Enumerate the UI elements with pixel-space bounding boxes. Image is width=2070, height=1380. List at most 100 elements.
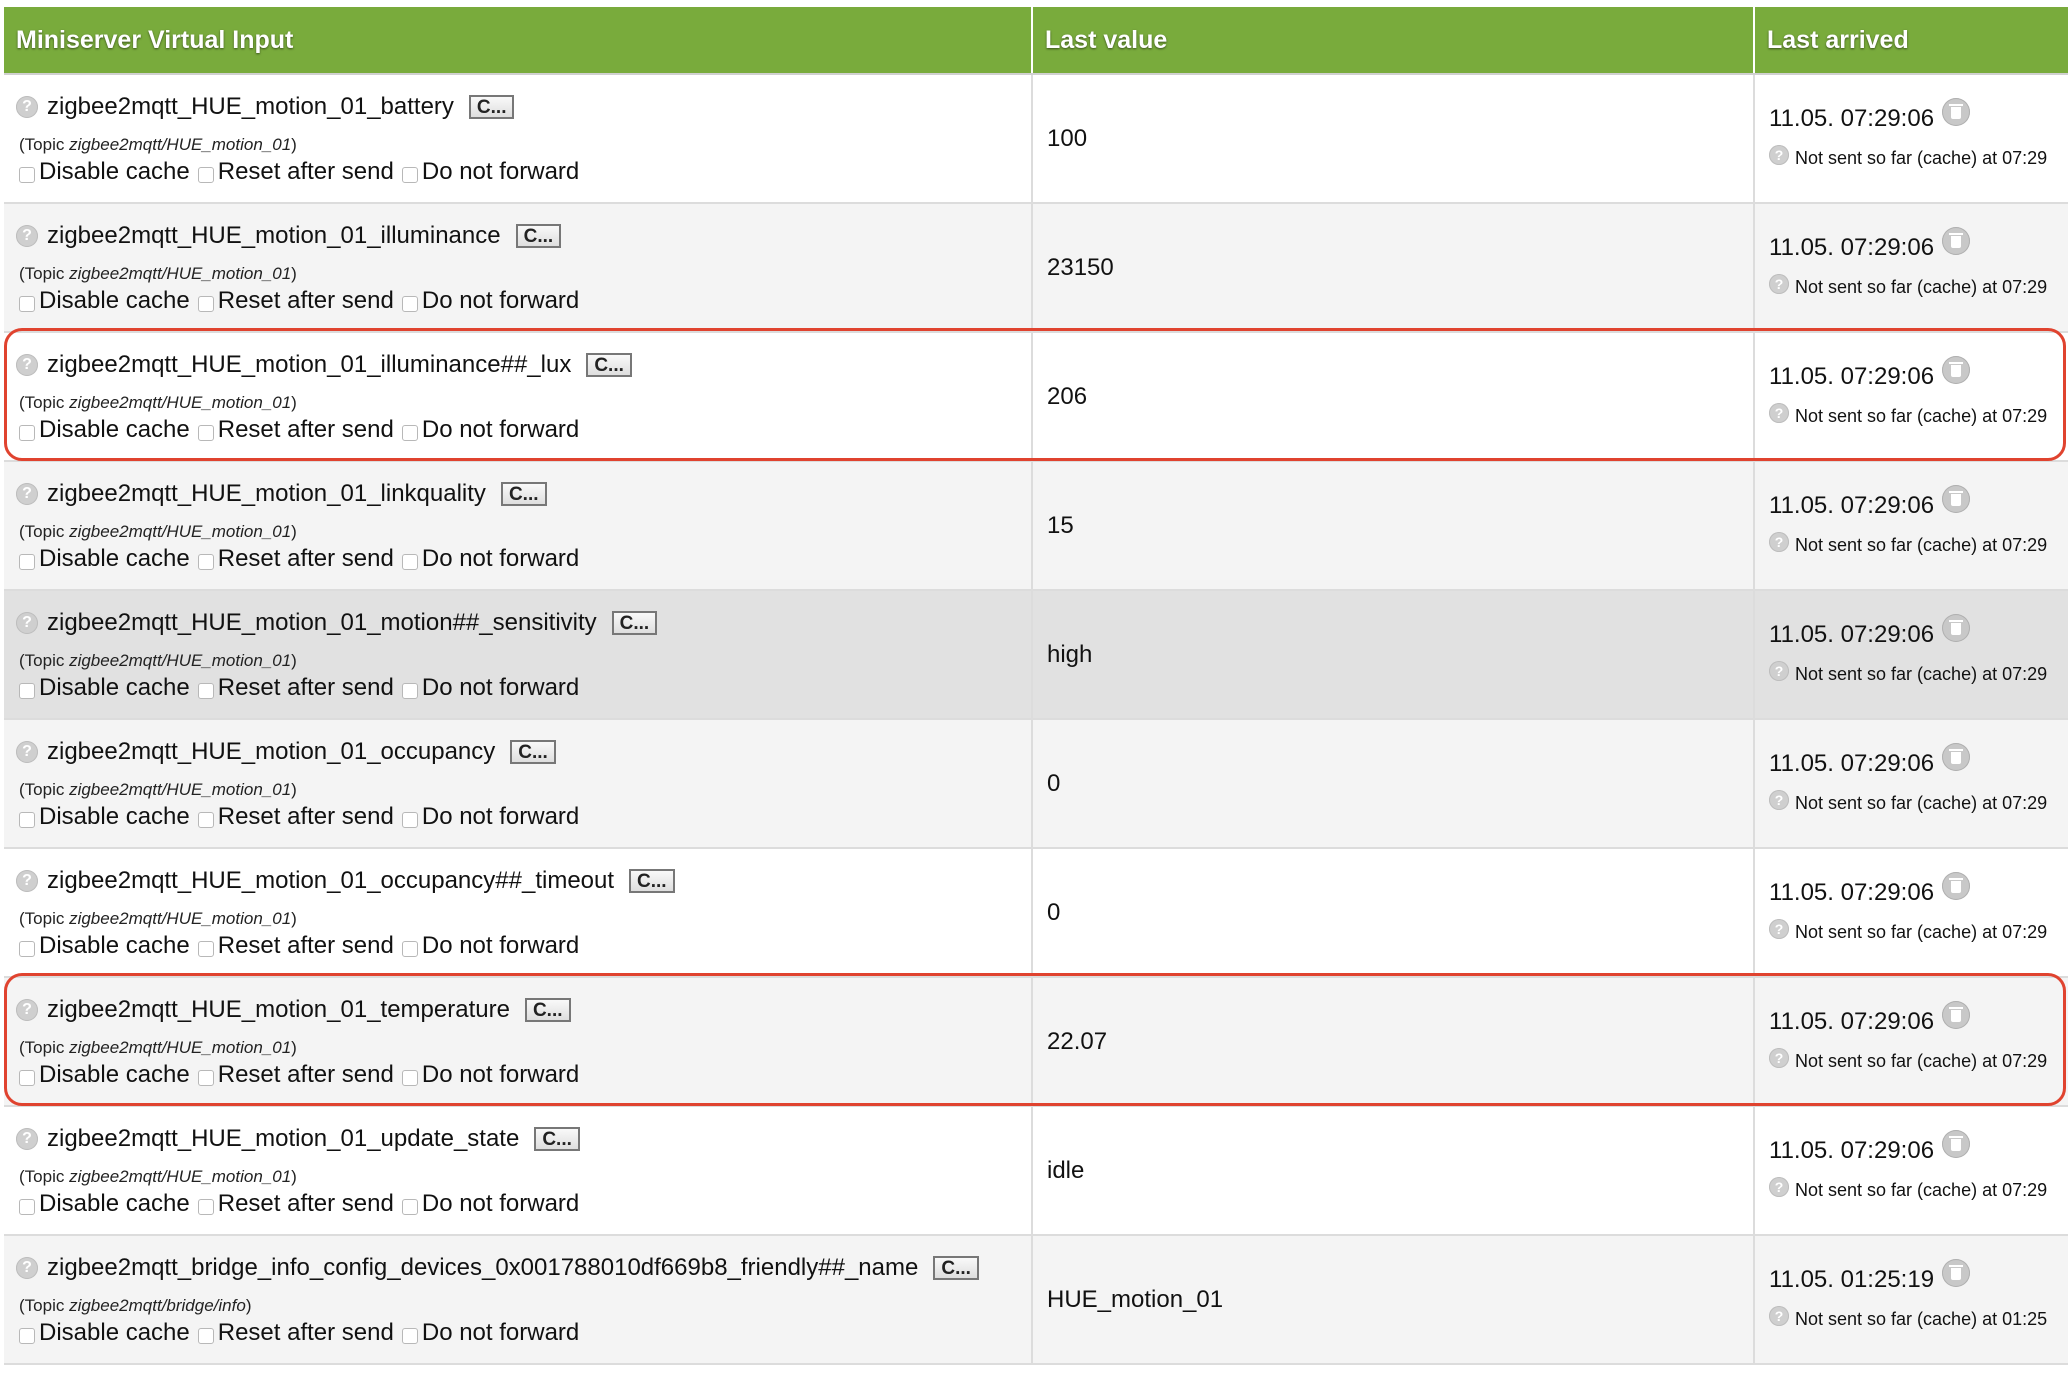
disable-cache-checkbox[interactable] [19, 554, 35, 570]
trash-icon[interactable] [1942, 98, 1971, 126]
reset-after-send-checkbox[interactable] [197, 941, 214, 957]
trash-icon[interactable] [1942, 356, 1971, 384]
disable-cache-checkbox[interactable] [19, 425, 35, 441]
do-not-forward-option[interactable]: Do not forward [401, 1061, 579, 1089]
column-header-last-arrived[interactable]: Last arrived [1754, 7, 2068, 75]
do-not-forward-checkbox[interactable] [401, 941, 418, 957]
disable-cache-checkbox[interactable] [19, 167, 35, 183]
copy-button[interactable]: C... [933, 1256, 979, 1280]
trash-icon[interactable] [1942, 1130, 1971, 1158]
do-not-forward-checkbox[interactable] [401, 812, 418, 828]
reset-after-send-option[interactable]: Reset after send [197, 803, 394, 831]
disable-cache-option[interactable]: Disable cache [19, 158, 190, 186]
reset-after-send-option[interactable]: Reset after send [197, 1190, 394, 1218]
disable-cache-option[interactable]: Disable cache [19, 545, 190, 573]
copy-button[interactable]: C... [510, 740, 556, 764]
help-circle-icon[interactable]: ? [16, 741, 38, 763]
do-not-forward-option[interactable]: Do not forward [401, 416, 579, 444]
table-row[interactable]: ? zigbee2mqtt_HUE_motion_01_illuminance … [4, 203, 2068, 333]
disable-cache-option[interactable]: Disable cache [19, 287, 190, 315]
table-row[interactable]: ? zigbee2mqtt_HUE_motion_01_illuminance#… [4, 332, 2068, 462]
reset-after-send-checkbox[interactable] [197, 425, 214, 441]
copy-button[interactable]: C... [524, 998, 571, 1022]
do-not-forward-option[interactable]: Do not forward [401, 287, 579, 315]
disable-cache-checkbox[interactable] [19, 1199, 35, 1215]
help-circle-icon[interactable]: ? [16, 870, 38, 892]
table-row[interactable]: ? zigbee2mqtt_HUE_motion_01_linkquality … [4, 461, 2068, 591]
help-circle-icon[interactable]: ? [16, 96, 38, 118]
do-not-forward-checkbox[interactable] [401, 1070, 418, 1086]
disable-cache-option[interactable]: Disable cache [19, 1319, 190, 1347]
column-header-input[interactable]: Miniserver Virtual Input [4, 7, 1033, 75]
copy-button[interactable]: C... [629, 869, 675, 893]
do-not-forward-checkbox[interactable] [401, 167, 418, 183]
trash-icon[interactable] [1942, 743, 1971, 771]
help-circle-icon[interactable]: ? [16, 1257, 38, 1279]
do-not-forward-checkbox[interactable] [401, 554, 418, 570]
trash-icon[interactable] [1942, 872, 1971, 900]
disable-cache-checkbox[interactable] [19, 683, 35, 699]
reset-after-send-checkbox[interactable] [197, 683, 214, 699]
reset-after-send-option[interactable]: Reset after send [197, 287, 394, 315]
reset-after-send-option[interactable]: Reset after send [197, 545, 394, 573]
reset-after-send-option[interactable]: Reset after send [197, 674, 394, 702]
reset-after-send-checkbox[interactable] [197, 1199, 214, 1215]
do-not-forward-checkbox[interactable] [401, 1328, 418, 1344]
do-not-forward-option[interactable]: Do not forward [401, 932, 579, 960]
do-not-forward-option[interactable]: Do not forward [401, 158, 579, 186]
do-not-forward-option[interactable]: Do not forward [401, 1190, 579, 1218]
reset-after-send-option[interactable]: Reset after send [197, 158, 394, 186]
table-row[interactable]: ? zigbee2mqtt_HUE_motion_01_update_state… [4, 1106, 2068, 1236]
disable-cache-option[interactable]: Disable cache [19, 1190, 190, 1218]
do-not-forward-checkbox[interactable] [401, 296, 418, 312]
column-header-last-value[interactable]: Last value [1032, 7, 1755, 75]
do-not-forward-checkbox[interactable] [401, 1199, 418, 1215]
trash-icon[interactable] [1942, 1001, 1971, 1029]
copy-button[interactable]: C... [515, 224, 562, 248]
disable-cache-checkbox[interactable] [19, 941, 35, 957]
copy-button[interactable]: C... [534, 1127, 580, 1151]
help-circle-icon[interactable]: ? [16, 999, 38, 1021]
disable-cache-option[interactable]: Disable cache [19, 1061, 190, 1089]
disable-cache-option[interactable]: Disable cache [19, 674, 190, 702]
copy-button[interactable]: C... [586, 353, 632, 377]
table-row[interactable]: ? zigbee2mqtt_HUE_motion_01_battery C...… [4, 74, 2068, 204]
help-circle-icon[interactable]: ? [16, 483, 38, 505]
trash-icon[interactable] [1942, 614, 1971, 642]
trash-icon[interactable] [1942, 1259, 1971, 1287]
help-circle-icon[interactable]: ? [16, 612, 38, 634]
reset-after-send-option[interactable]: Reset after send [197, 1319, 394, 1347]
reset-after-send-option[interactable]: Reset after send [197, 932, 394, 960]
reset-after-send-option[interactable]: Reset after send [197, 1061, 394, 1089]
reset-after-send-checkbox[interactable] [197, 296, 214, 312]
disable-cache-checkbox[interactable] [19, 296, 35, 312]
copy-button[interactable]: C... [500, 482, 547, 506]
reset-after-send-checkbox[interactable] [197, 1328, 214, 1344]
do-not-forward-option[interactable]: Do not forward [401, 1319, 579, 1347]
copy-button[interactable]: C... [611, 611, 658, 635]
copy-button[interactable]: C... [468, 95, 515, 119]
reset-after-send-option[interactable]: Reset after send [197, 416, 394, 444]
disable-cache-option[interactable]: Disable cache [19, 932, 190, 960]
do-not-forward-option[interactable]: Do not forward [401, 545, 579, 573]
help-circle-icon[interactable]: ? [16, 354, 38, 376]
do-not-forward-option[interactable]: Do not forward [401, 803, 579, 831]
disable-cache-checkbox[interactable] [19, 812, 35, 828]
do-not-forward-option[interactable]: Do not forward [401, 674, 579, 702]
disable-cache-checkbox[interactable] [19, 1328, 35, 1344]
table-row[interactable]: ? zigbee2mqtt_bridge_info_config_devices… [4, 1235, 2068, 1365]
disable-cache-checkbox[interactable] [19, 1070, 35, 1086]
table-row[interactable]: ? zigbee2mqtt_HUE_motion_01_motion##_sen… [4, 590, 2068, 720]
reset-after-send-checkbox[interactable] [197, 554, 214, 570]
trash-icon[interactable] [1942, 485, 1971, 513]
reset-after-send-checkbox[interactable] [197, 812, 214, 828]
do-not-forward-checkbox[interactable] [401, 425, 418, 441]
table-row[interactable]: ? zigbee2mqtt_HUE_motion_01_occupancy##_… [4, 848, 2068, 978]
help-circle-icon[interactable]: ? [16, 225, 38, 247]
table-row[interactable]: ? zigbee2mqtt_HUE_motion_01_temperature … [4, 977, 2068, 1107]
help-circle-icon[interactable]: ? [16, 1128, 38, 1150]
reset-after-send-checkbox[interactable] [197, 167, 214, 183]
reset-after-send-checkbox[interactable] [197, 1070, 214, 1086]
disable-cache-option[interactable]: Disable cache [19, 803, 190, 831]
do-not-forward-checkbox[interactable] [401, 683, 418, 699]
